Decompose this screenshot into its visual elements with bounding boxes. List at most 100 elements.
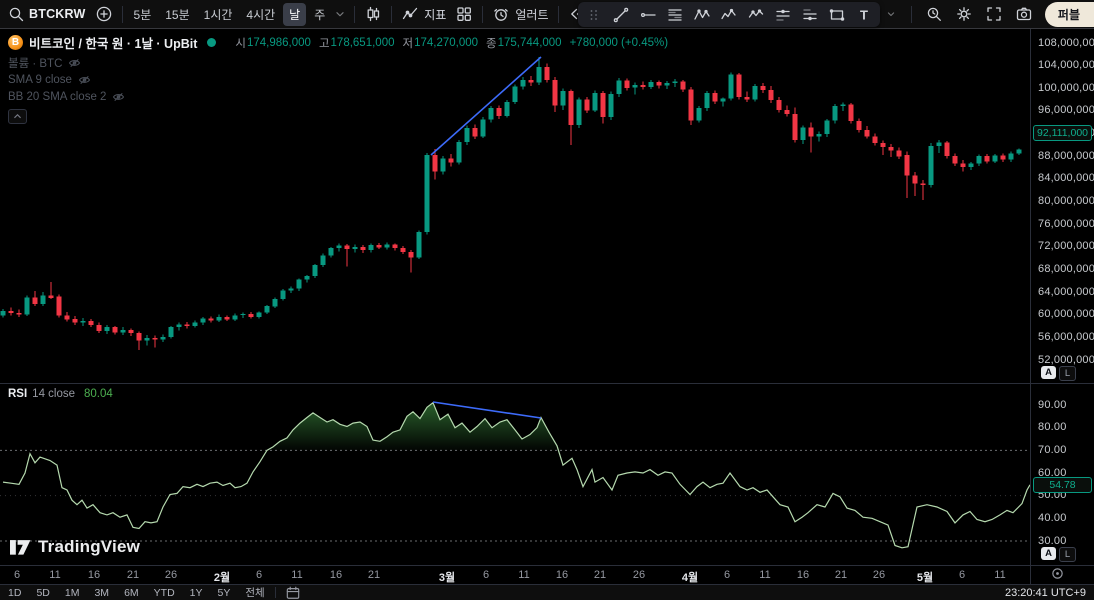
long-position-icon[interactable] <box>774 6 792 24</box>
chart-style-button[interactable] <box>360 4 386 24</box>
indicators-button[interactable]: 지표 <box>397 4 451 25</box>
xabcd-pattern-icon[interactable] <box>693 6 711 24</box>
last-price-badge: 92,111,000 <box>1033 125 1092 141</box>
publish-button[interactable]: 퍼블 <box>1045 2 1094 27</box>
indicator-row-bb[interactable]: BB 20 SMA close 2 <box>8 90 668 103</box>
indicator-row-sma[interactable]: SMA 9 close <box>8 73 668 86</box>
gear-icon <box>956 6 972 22</box>
go-to-date-button[interactable] <box>286 586 300 600</box>
grid-layout-icon <box>456 6 472 22</box>
date-range-group: 1D 5D 1M 3M 6M YTD 1Y 5Y 전체 <box>8 585 265 600</box>
horizontal-ray-icon[interactable] <box>639 6 657 24</box>
indicators-icon <box>402 6 418 22</box>
ohlc-values: 시174,986,000 고178,651,000 저174,270,000 종… <box>227 35 668 51</box>
price-scale-buttons: A L <box>1041 366 1076 381</box>
fullscreen-button[interactable] <box>981 4 1007 24</box>
alert-button[interactable]: 얼러트 <box>488 4 553 25</box>
interval-날[interactable]: 날 <box>283 3 306 26</box>
clock-search-icon <box>926 6 942 22</box>
toolbar-divider <box>911 6 912 23</box>
symbol-button[interactable]: BTCKRW <box>24 5 91 23</box>
text-tool-icon[interactable]: T <box>855 6 873 24</box>
timezone-target-button[interactable] <box>1051 567 1064 580</box>
log-scale-button[interactable]: L <box>1059 547 1076 562</box>
interval-menu-button[interactable] <box>331 5 349 23</box>
high-value: 178,651,000 <box>331 37 395 49</box>
drawing-toolbar: T <box>578 2 880 27</box>
tradingview-app: BTCKRW 5분15분1시간4시간날주 지표 얼러트 <box>0 0 1094 600</box>
toolbar-divider <box>558 6 559 23</box>
chevron-up-icon <box>13 113 22 120</box>
screenshot-button[interactable] <box>1011 4 1037 24</box>
interval-4시간[interactable]: 4시간 <box>240 3 281 26</box>
range-3M[interactable]: 3M <box>94 587 109 599</box>
abc-wave-icon[interactable] <box>747 6 765 24</box>
toolbar-divider <box>391 6 392 23</box>
low-value: 174,270,000 <box>414 37 478 49</box>
clock-utc[interactable]: 23:20:41 UTC+9 <box>1005 587 1086 599</box>
fib-retracement-icon[interactable] <box>666 6 684 24</box>
range-1Y[interactable]: 1Y <box>190 587 203 599</box>
toolbar-divider <box>354 6 355 23</box>
range-5Y[interactable]: 5Y <box>218 587 231 599</box>
eye-off-icon[interactable] <box>78 75 91 85</box>
fullscreen-icon <box>986 6 1002 22</box>
rsi-overbought-fill <box>3 403 1030 451</box>
quick-search-button[interactable] <box>921 4 947 24</box>
rsi-legend[interactable]: RSI 14 close 80.04 <box>8 388 113 400</box>
rsi-value: 80.04 <box>84 388 113 400</box>
compare-add-button[interactable] <box>91 4 117 24</box>
range-5D[interactable]: 5D <box>36 587 49 599</box>
chart-legend: B 비트코인 / 한국 원 · 1날 · UpBit 시174,986,000 … <box>8 33 668 124</box>
close-value: 175,744,000 <box>498 37 562 49</box>
interval-group: 5분15분1시간4시간날주 <box>128 3 332 26</box>
symbol-title: 비트코인 / 한국 원 · 1날 · UpBit <box>29 33 197 52</box>
drag-handle <box>585 6 603 24</box>
indicator-row-volume[interactable]: 볼륨 · BTC <box>8 56 668 69</box>
interval-5분[interactable]: 5분 <box>128 3 158 26</box>
camera-icon <box>1016 6 1032 22</box>
trend-line-icon[interactable] <box>612 6 630 24</box>
auto-scale-button[interactable]: A <box>1041 366 1056 379</box>
range-1M[interactable]: 1M <box>65 587 80 599</box>
rsi-scale-buttons: A L <box>1041 547 1076 562</box>
range-6M[interactable]: 6M <box>124 587 139 599</box>
market-status-dot <box>207 38 216 47</box>
rsi-last-value-badge: 54.78 <box>1033 477 1092 493</box>
short-position-icon[interactable] <box>801 6 819 24</box>
svg-text:T: T <box>860 7 868 22</box>
rectangle-icon[interactable] <box>828 6 846 24</box>
bottom-toolbar: 1D 5D 1M 3M 6M YTD 1Y 5Y 전체 23:20:41 UTC+9 <box>0 584 1094 600</box>
templates-button[interactable] <box>451 4 477 24</box>
auto-scale-button[interactable]: A <box>1041 547 1056 560</box>
calendar-icon <box>286 586 300 600</box>
eye-off-icon[interactable] <box>68 58 81 68</box>
tradingview-logo-icon <box>10 536 31 557</box>
interval-주[interactable]: 주 <box>308 3 331 26</box>
chevron-down-icon <box>333 7 347 21</box>
eye-off-icon[interactable] <box>112 92 125 102</box>
log-scale-button[interactable]: L <box>1059 366 1076 381</box>
chevron-down-icon <box>885 8 897 20</box>
toolbar-divider <box>122 6 123 23</box>
rsi-line <box>3 403 1030 548</box>
alarm-clock-icon <box>493 6 509 22</box>
range-YTD[interactable]: YTD <box>154 587 175 599</box>
change-value: +780,000 (+0.45%) <box>570 37 668 49</box>
symbol-legend-row[interactable]: B 비트코인 / 한국 원 · 1날 · UpBit 시174,986,000 … <box>8 33 668 52</box>
tradingview-watermark: TradingView <box>10 536 140 557</box>
toolbar-divider <box>275 587 276 598</box>
range-1D[interactable]: 1D <box>8 587 21 599</box>
settings-button[interactable] <box>951 4 977 24</box>
top-toolbar: BTCKRW 5분15분1시간4시간날주 지표 얼러트 <box>0 0 1094 29</box>
range-전체[interactable]: 전체 <box>245 585 264 600</box>
interval-1시간[interactable]: 1시간 <box>198 3 239 26</box>
elliott-wave-icon[interactable] <box>720 6 738 24</box>
plus-circle-icon <box>96 6 112 22</box>
candlestick-style-icon <box>365 6 381 22</box>
legend-collapse-button[interactable] <box>8 109 27 124</box>
interval-15분[interactable]: 15분 <box>159 3 195 26</box>
toolbar-divider <box>482 6 483 23</box>
search-icon[interactable] <box>8 6 24 22</box>
open-value: 174,986,000 <box>247 37 311 49</box>
